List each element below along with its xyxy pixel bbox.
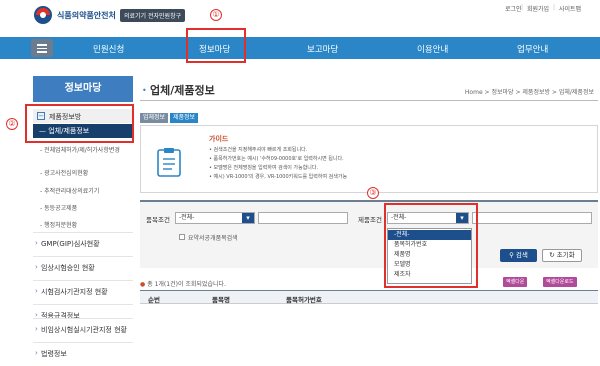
checkbox-label: 요약서공개품목검색 [188, 235, 238, 242]
signup-link[interactable]: 회원가입 [527, 4, 549, 13]
sidebar-item-label: 임상시험승인 현황 [41, 264, 95, 272]
nav-item-work-guide[interactable]: 업무안내 [517, 43, 548, 55]
guide-heading: 가이드 [209, 135, 229, 143]
chevron-right-icon: › [35, 325, 38, 333]
sidebar-subitem[interactable]: - 동등공고제품 [40, 203, 77, 212]
annotation-number-3: ③ [367, 187, 379, 199]
sidebar-subitem[interactable]: - 전체업체허가/제/허가사항변경 [40, 145, 120, 154]
sidebar-item-test-lab[interactable]: › 시험검사기관지정 현황 [33, 280, 133, 304]
search-icon: ⚲ [509, 251, 516, 259]
sidebar-item-clinical[interactable]: › 임상시험승인 현황 [33, 256, 133, 280]
summary-public-checkbox[interactable] [179, 234, 185, 240]
chevron-right-icon: › [35, 239, 38, 247]
breadcrumb: Home > 정보마당 > 제품정보방 > 업체/제품정보 [464, 89, 594, 96]
guide-line: • 품목허가번호는 예시) '수허09-0000호'로 입력하시면 됩니다. [209, 156, 344, 162]
login-link[interactable]: 로그인 [505, 4, 522, 13]
sitemap-link[interactable]: 사이트맵 [559, 4, 581, 13]
item-condition-select[interactable]: -전체- ▾ [175, 212, 255, 224]
column-header: 품목허가번호 [286, 296, 322, 304]
sidebar-item-law[interactable]: › 법령정보 [33, 342, 133, 366]
search-button-label: 검색 [515, 251, 528, 259]
item-condition-input[interactable] [258, 212, 348, 224]
annotation-number-2: ② [6, 118, 18, 130]
excel-download-button[interactable]: 엑셀다운로드 [543, 277, 577, 287]
org-name[interactable]: 식품의약품안전처 [57, 10, 116, 21]
clipboard-icon [157, 148, 181, 177]
util-divider: | [553, 4, 556, 11]
util-divider: | [521, 4, 524, 11]
sidebar-subitem[interactable]: - 추적관리대상의료기기 [40, 186, 99, 195]
sidebar-item-label: 법령정보 [41, 350, 67, 358]
sidebar-item-label: 시험검사기관지정 현황 [41, 288, 108, 296]
annotation-number-1: ① [210, 9, 222, 21]
search-button[interactable]: ⚲ 검색 [500, 249, 537, 262]
guide-line: • 예시) VR-1000'의 경우, VR-1000키워드를 입력하여 검색가… [209, 174, 348, 180]
hamburger-icon [37, 44, 47, 46]
menu-toggle-button[interactable] [31, 39, 53, 57]
table-header: 순번 품목명 품목허가번호 [140, 290, 598, 304]
page-title: 업체/제품정보 [150, 84, 215, 97]
site-header: 식품의약품안전처 의료기기 전자민원창구 로그인 | 회원가입 | 사이트맵 [0, 0, 600, 36]
site-name[interactable]: 의료기기 전자민원창구 [120, 9, 186, 22]
hamburger-icon [37, 51, 47, 53]
divider [140, 100, 598, 101]
guide-line: • 모델명은 전체명칭을 입력하여 검색이 가능합니다. [209, 165, 319, 171]
tab-product-info[interactable]: 제품정보 [170, 113, 199, 123]
result-count-text: 총 1개(1건)이 조회되었습니다. [147, 281, 226, 288]
select-value: -전체- [179, 214, 195, 221]
item-condition-label: 품목조건 [146, 216, 170, 224]
column-header: 순번 [148, 296, 160, 304]
result-count: ● 총 1개(1건)이 조회되었습니다. [140, 279, 226, 288]
reset-button[interactable]: ↻ 초기화 [542, 249, 582, 262]
chevron-right-icon: › [35, 349, 38, 357]
excel-button[interactable]: 엑셀다운 [503, 277, 528, 287]
logo-icon [34, 6, 52, 24]
chevron-right-icon: › [35, 263, 38, 271]
column-header: 품목명 [212, 296, 230, 304]
product-condition-input[interactable] [472, 212, 592, 224]
sidebar-item-label: 비임상시험실시기관지정 현황 [41, 326, 127, 334]
nav-item-user-guide[interactable]: 이용안내 [417, 43, 448, 55]
chevron-down-icon: ▾ [242, 213, 254, 223]
reset-button-label: 초기화 [556, 251, 575, 259]
sidebar-title: 정보마당 [33, 76, 133, 102]
hamburger-icon [37, 47, 47, 49]
nav-item-reports[interactable]: 보고마당 [307, 43, 338, 55]
tab-company-info[interactable]: 업체정보 [140, 113, 169, 123]
sidebar-subitem[interactable]: - 행정처분현황 [40, 220, 77, 229]
annotation-box-1 [186, 28, 246, 63]
guide-line: • 검색조건을 지정해주셔야 빠르게 조회됩니다. [209, 147, 308, 153]
chevron-right-icon: › [35, 287, 38, 295]
sidebar-item-gmp[interactable]: › GMP(GIP)심사현황 [33, 232, 133, 256]
product-condition-label: 제품조건 [358, 216, 382, 224]
sidebar-subitem[interactable]: - 광고사전심의현황 [40, 168, 88, 177]
title-bullet-icon: • [142, 86, 147, 95]
sidebar-item-label: GMP(GIP)심사현황 [41, 240, 100, 248]
sidebar-item-nonclinical[interactable]: › 비임상시험실시기관지정 현황 [33, 318, 133, 344]
nav-item-civil-application[interactable]: 민원신청 [93, 43, 124, 55]
main-nav: 민원신청 정보마당 보고마당 이용안내 업무안내 [0, 37, 600, 59]
annotation-box-2 [25, 104, 134, 143]
annotation-box-3 [384, 203, 478, 288]
guide-box: 가이드 • 검색조건을 지정해주셔야 빠르게 조회됩니다. • 품목허가번호는 … [140, 125, 598, 193]
refresh-icon: ↻ [549, 251, 557, 259]
